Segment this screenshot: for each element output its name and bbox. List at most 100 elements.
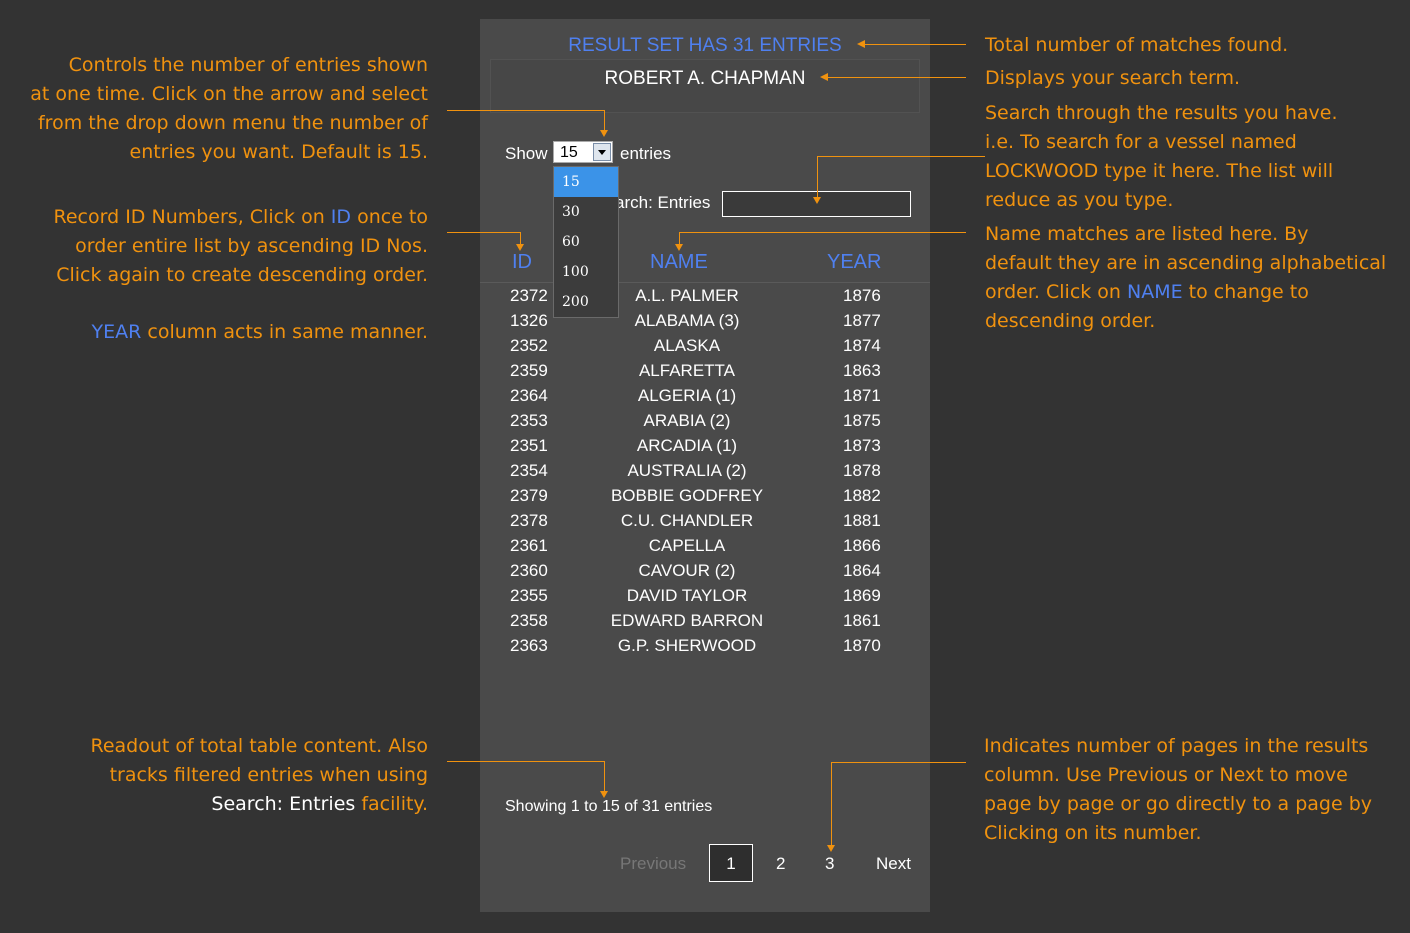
table-row[interactable]: 2359 ALFARETTA 1863 [480,361,930,386]
connector-line [831,762,966,763]
search-label: arch: Entries [615,193,711,212]
table-row[interactable]: 2354 AUSTRALIA (2) 1878 [480,461,930,486]
table-row[interactable]: 2363 G.P. SHERWOOD 1870 [480,636,930,661]
next-page-button[interactable]: Next [876,854,911,874]
connector-line [604,110,605,130]
row-year: 1876 [843,286,881,305]
previous-page-button[interactable]: Previous [620,854,686,874]
id-column-note: Record ID Numbers, Click on ID once to o… [53,206,428,286]
table-row[interactable]: 2353 ARABIA (2) 1875 [480,411,930,436]
row-year: 1870 [843,636,881,655]
row-id: 2364 [510,386,548,405]
connector-line [447,761,605,762]
row-year: 1877 [843,311,881,330]
table-row[interactable]: 2361 CAPELLA 1866 [480,536,930,561]
page-size-dropdown: 15 30 60 100 200 [553,166,619,318]
connector-line [679,232,966,233]
connector-line [817,156,818,198]
page-3-button[interactable]: 3 [825,854,834,874]
arrow-down-icon [813,197,821,204]
row-id: 1326 [510,311,548,330]
row-year: 1875 [843,411,881,430]
column-header-year[interactable]: YEAR [827,251,881,274]
row-id: 2358 [510,611,548,630]
row-year: 1861 [843,611,881,630]
row-id: 2379 [510,486,548,505]
column-header-name[interactable]: NAME [650,251,708,274]
row-id: 2359 [510,361,548,380]
row-year: 1874 [843,336,881,355]
page-size-option-200[interactable]: 200 [554,287,618,317]
entries-label: entries [620,144,672,163]
row-year: 1866 [843,536,881,555]
row-id: 2372 [510,286,548,305]
arrow-down-icon [516,244,524,251]
search-term: ROBERT A. CHAPMAN [604,68,806,89]
row-year: 1881 [843,511,881,530]
table-row[interactable]: 2358 EDWARD BARRON 1861 [480,611,930,636]
column-header-id[interactable]: ID [512,251,532,274]
table-row[interactable]: 2360 CAVOUR (2) 1864 [480,561,930,586]
connector-line [447,232,520,233]
row-id: 2351 [510,436,548,455]
results-panel: RESULT SET HAS 31 ENTRIES ROBERT A. CHAP… [480,19,930,912]
row-name: C.U. CHANDLER [620,511,754,530]
arrow-left-icon [820,73,828,81]
table-row[interactable]: 1326 ALABAMA (3) 1877 [480,311,930,336]
page-size-option-60[interactable]: 60 [554,227,618,257]
row-name: ALFARETTA [638,361,736,380]
page-1-button[interactable]: 1 [709,844,753,882]
table-row[interactable]: 2352 ALASKA 1874 [480,336,930,361]
table-row[interactable]: 2372 A.L. PALMER 1876 [480,286,930,311]
page-size-option-100[interactable]: 100 [554,257,618,287]
row-id: 2354 [510,461,548,480]
page-size-value: 15 [560,144,578,161]
arrow-left-icon [857,40,865,48]
arrow-down-icon [600,791,608,798]
table-row[interactable]: 2351 ARCADIA (1) 1873 [480,436,930,461]
row-id: 2355 [510,586,548,605]
row-id: 2378 [510,511,548,530]
row-name: CAPELLA [648,536,726,555]
search-term-box: ROBERT A. CHAPMAN [490,59,920,113]
row-name: CAVOUR (2) [638,561,736,580]
table-row[interactable]: 2364 ALGERIA (1) 1871 [480,386,930,411]
row-name: ALGERIA (1) [637,386,737,405]
page-size-option-15[interactable]: 15 [554,167,618,197]
show-label: Show [505,144,548,163]
connector-line [447,110,604,111]
table-row[interactable]: 2379 BOBBIE GODFREY 1882 [480,486,930,511]
row-id: 2353 [510,411,548,430]
row-name: G.P. SHERWOOD [617,636,757,655]
row-id: 2361 [510,536,548,555]
row-id: 2352 [510,336,548,355]
row-year: 1863 [843,361,881,380]
chevron-down-icon[interactable] [593,143,611,161]
row-name: ALASKA [653,336,721,355]
connector-line [865,44,966,45]
table-row[interactable]: 2378 C.U. CHANDLER 1881 [480,511,930,536]
arrow-down-icon [827,845,835,852]
row-id: 2363 [510,636,548,655]
page-2-button[interactable]: 2 [776,854,785,874]
row-year: 1882 [843,486,881,505]
table-row[interactable]: 2355 DAVID TAYLOR 1869 [480,586,930,611]
row-name: EDWARD BARRON [610,611,764,630]
header-divider [480,282,930,283]
search-term-note: Displays your search term. [985,67,1241,89]
name-column-note: Name matches are listed here. By default… [985,223,1387,332]
row-year: 1869 [843,586,881,605]
page-size-option-30[interactable]: 30 [554,197,618,227]
arrow-down-icon [675,244,683,251]
row-id: 2360 [510,561,548,580]
row-name: AUSTRALIA (2) [627,461,747,480]
arrow-down-icon [600,130,608,137]
entries-info: Showing 1 to 15 of 31 entries [505,798,713,815]
page-size-select[interactable]: 15 [553,141,613,163]
connector-line [828,77,966,78]
total-matches-note: Total number of matches found. [985,34,1289,56]
row-name: ARABIA (2) [643,411,731,430]
connector-line [831,762,832,846]
year-column-note: YEAR column acts in same manner. [91,321,428,343]
entries-control-note: Controls the number of entries shown at … [30,54,428,163]
